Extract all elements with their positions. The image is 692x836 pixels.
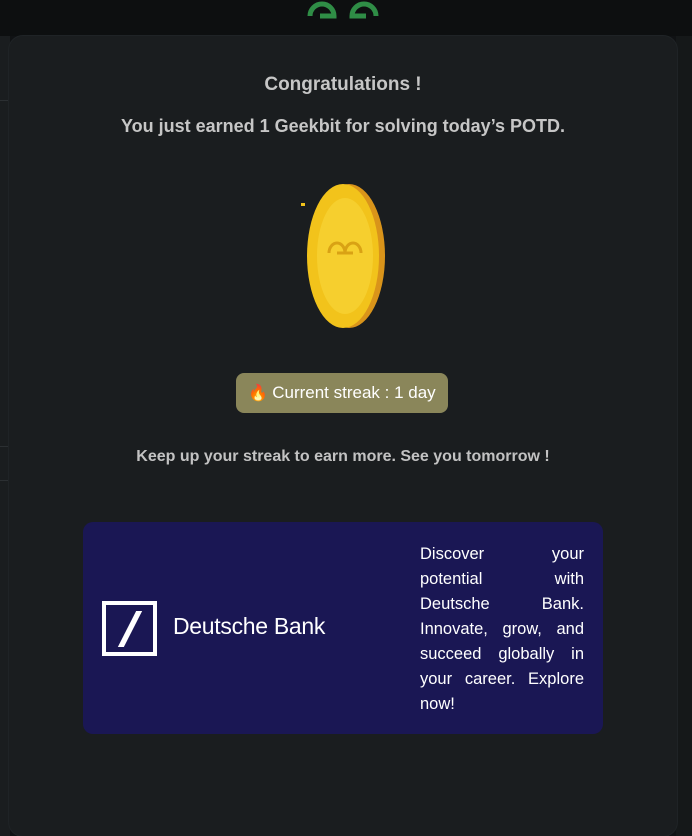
background-code-editor — [676, 36, 692, 836]
current-streak-badge: 🔥 Current streak : 1 day — [236, 373, 448, 413]
ad-text: Discover your potential with Deutsche Ba… — [420, 545, 584, 713]
encouragement-text: Keep up your streak to earn more. See yo… — [136, 448, 550, 465]
deutsche-bank-ad[interactable]: Deutsche Bank Discover your potential wi… — [83, 522, 603, 734]
flame-icon: 🔥 — [248, 385, 269, 402]
deutsche-bank-logo-icon — [102, 601, 157, 656]
streak-label: Current streak : 1 day — [272, 383, 436, 402]
modal-title: Congratulations ! — [264, 74, 422, 95]
ad-brand-name: Deutsche Bank — [173, 613, 326, 639]
geekbit-coin-icon — [301, 184, 385, 328]
geekbit-reward-modal: Congratulations ! You just earned 1 Geek… — [9, 36, 677, 836]
gfg-logo-icon — [307, 1, 379, 19]
modal-subtitle: You just earned 1 Geekbit for solving to… — [120, 116, 566, 136]
